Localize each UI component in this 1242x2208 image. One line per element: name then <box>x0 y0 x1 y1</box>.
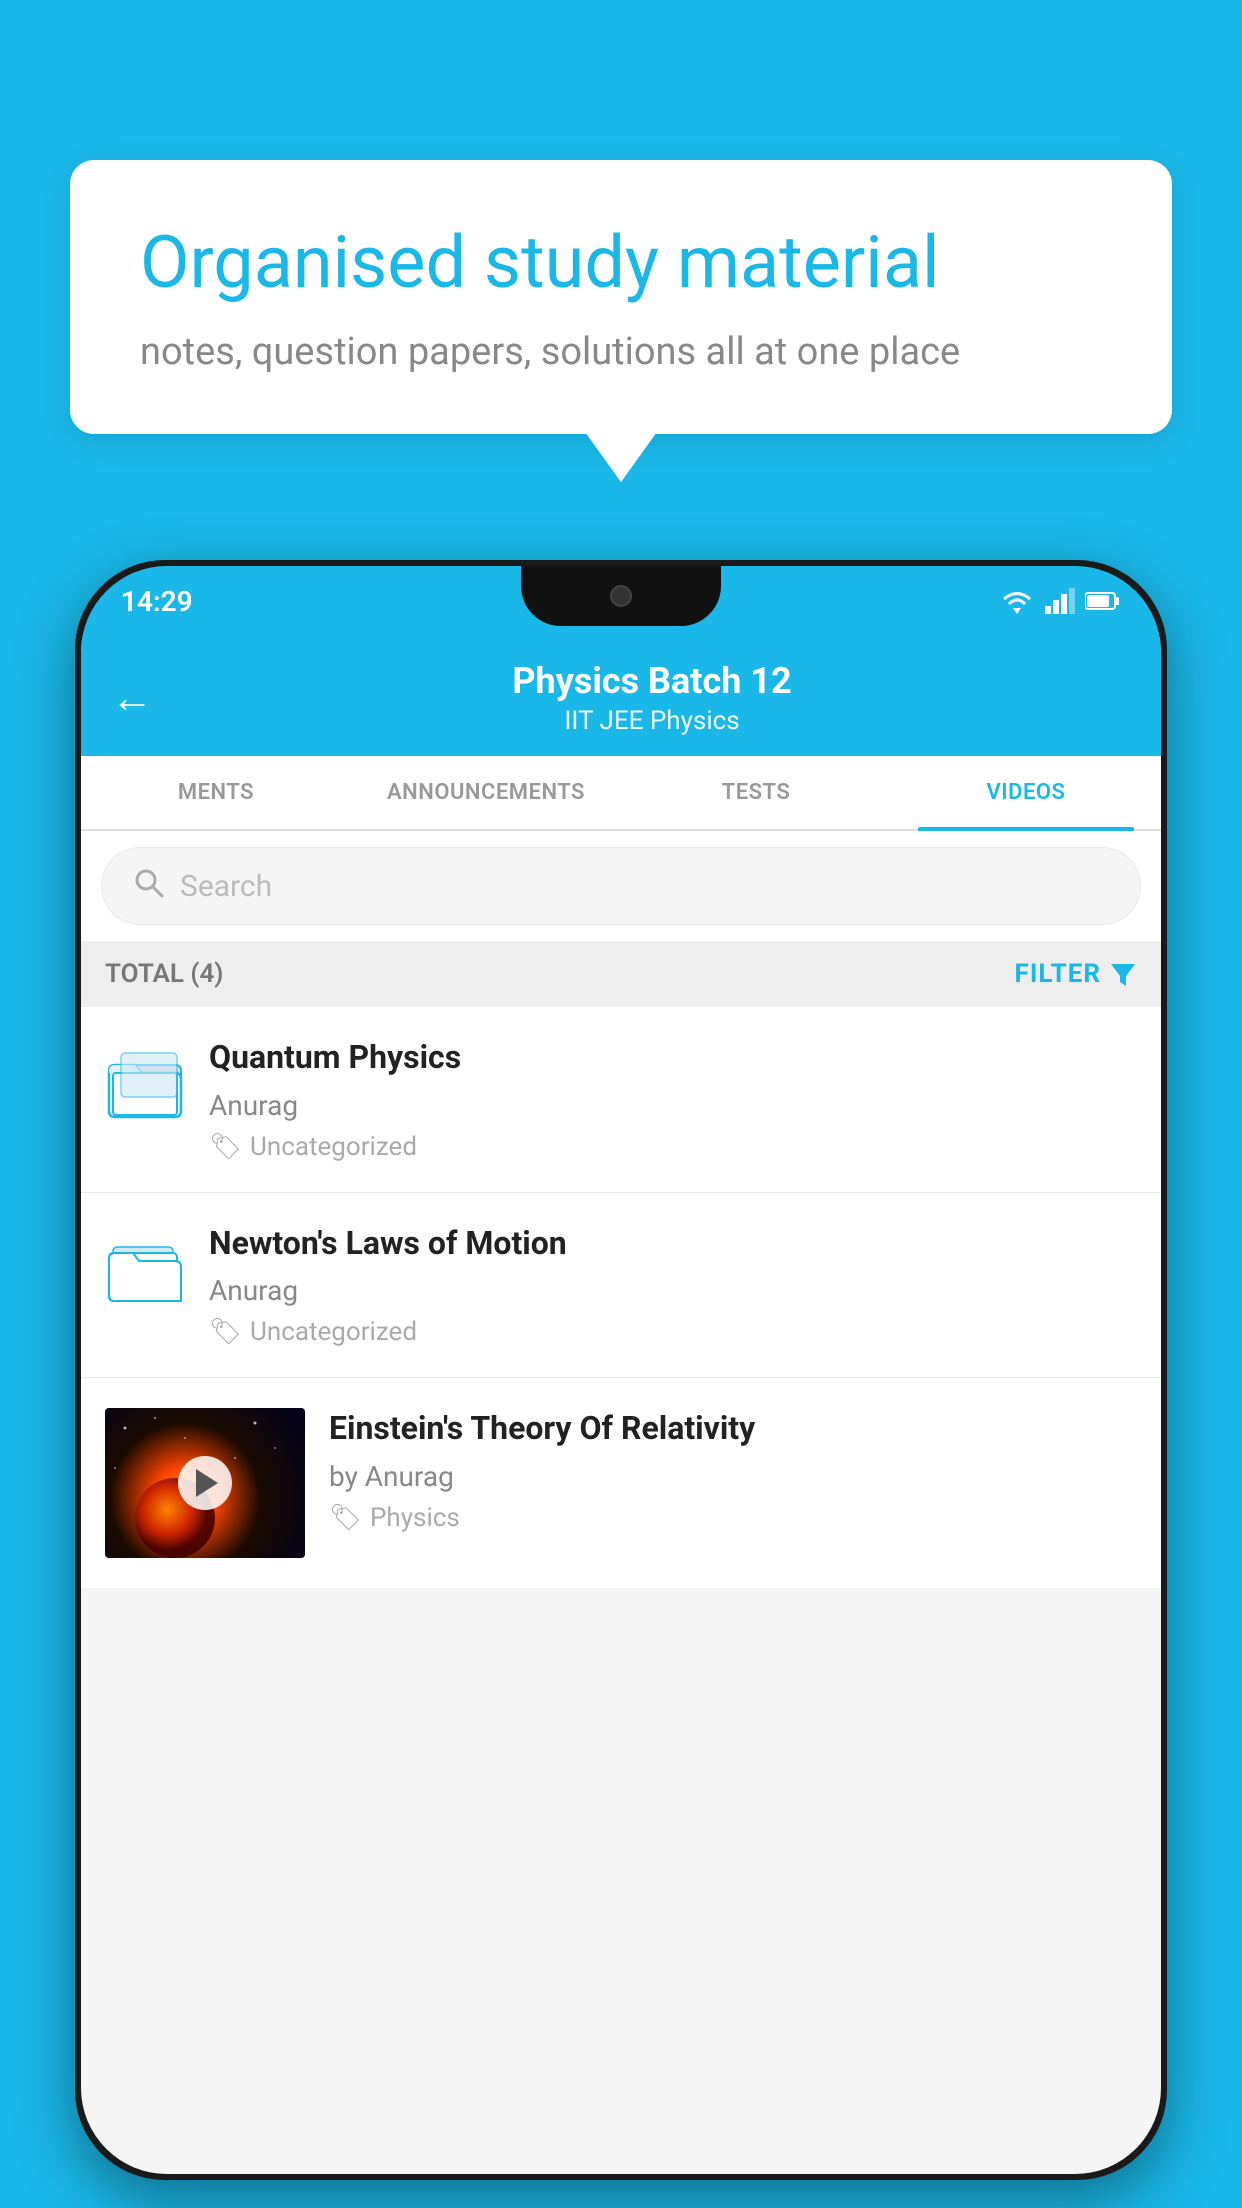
play-button[interactable] <box>178 1456 232 1510</box>
search-icon <box>132 866 164 906</box>
phone-frame: 14:29 <box>75 560 1167 2180</box>
tag-icon: 🏷 <box>209 1132 242 1162</box>
tab-videos[interactable]: VIDEOS <box>891 756 1161 829</box>
folder-icon <box>105 1229 185 1309</box>
item-title: Newton's Laws of Motion <box>209 1223 1137 1265</box>
tab-bar: MENTS ANNOUNCEMENTS TESTS VIDEOS <box>81 756 1161 831</box>
item-author: Anurag <box>209 1089 1137 1122</box>
filter-button[interactable]: FILTER <box>1015 959 1137 989</box>
search-placeholder: Search <box>180 869 272 904</box>
filter-bar: TOTAL (4) FILTER <box>81 941 1161 1007</box>
item-info: Einstein's Theory Of Relativity by Anura… <box>329 1408 1137 1533</box>
item-info: Newton's Laws of Motion Anurag 🏷 Uncateg… <box>209 1223 1137 1348</box>
tab-tests[interactable]: TESTS <box>621 756 891 829</box>
item-tag: 🏷 Uncategorized <box>209 1317 1137 1347</box>
header-title: Physics Batch 12 <box>173 660 1131 702</box>
video-list: Quantum Physics Anurag 🏷 Uncategorized <box>81 1007 1161 1588</box>
app-screen: ← Physics Batch 12 IIT JEE Physics MENTS… <box>81 636 1161 2174</box>
video-thumbnail[interactable] <box>105 1408 305 1558</box>
item-info: Quantum Physics Anurag 🏷 Uncategorized <box>209 1037 1137 1162</box>
phone-notch <box>521 566 721 626</box>
wifi-icon <box>999 588 1035 614</box>
tab-announcements[interactable]: ANNOUNCEMENTS <box>351 756 621 829</box>
total-count: TOTAL (4) <box>105 959 223 989</box>
status-time: 14:29 <box>121 585 193 618</box>
item-tag: 🏷 Physics <box>329 1503 1137 1533</box>
filter-label: FILTER <box>1015 959 1101 989</box>
bubble-subtitle: notes, question papers, solutions all at… <box>140 330 1102 374</box>
search-container: Search <box>81 831 1161 941</box>
item-tag: 🏷 Uncategorized <box>209 1132 1137 1162</box>
tag-label: Physics <box>370 1503 460 1533</box>
tag-icon: 🏷 <box>329 1503 362 1533</box>
battery-icon <box>1085 591 1121 611</box>
list-item[interactable]: Einstein's Theory Of Relativity by Anura… <box>81 1378 1161 1588</box>
filter-icon <box>1109 960 1137 988</box>
folder-icon <box>105 1043 185 1123</box>
app-header: ← Physics Batch 12 IIT JEE Physics <box>81 636 1161 756</box>
tag-label: Uncategorized <box>250 1132 417 1162</box>
header-subtitle: IIT JEE Physics <box>173 706 1131 736</box>
item-title: Einstein's Theory Of Relativity <box>329 1408 1137 1450</box>
status-icons <box>999 588 1121 614</box>
bubble-title: Organised study material <box>140 220 1102 306</box>
back-button[interactable]: ← <box>111 674 153 723</box>
signal-icon <box>1045 588 1075 614</box>
list-item[interactable]: Quantum Physics Anurag 🏷 Uncategorized <box>81 1007 1161 1193</box>
tag-icon: 🏷 <box>209 1317 242 1347</box>
camera <box>610 585 632 607</box>
speech-bubble: Organised study material notes, question… <box>70 160 1172 434</box>
search-bar[interactable]: Search <box>101 847 1141 925</box>
header-title-group: Physics Batch 12 IIT JEE Physics <box>173 660 1131 736</box>
phone-inner: 14:29 <box>81 566 1161 2174</box>
list-item[interactable]: Newton's Laws of Motion Anurag 🏷 Uncateg… <box>81 1193 1161 1379</box>
play-triangle <box>196 1469 218 1497</box>
item-author: by Anurag <box>329 1460 1137 1493</box>
tab-ments[interactable]: MENTS <box>81 756 351 829</box>
item-title: Quantum Physics <box>209 1037 1137 1079</box>
item-author: Anurag <box>209 1274 1137 1307</box>
tag-label: Uncategorized <box>250 1317 417 1347</box>
